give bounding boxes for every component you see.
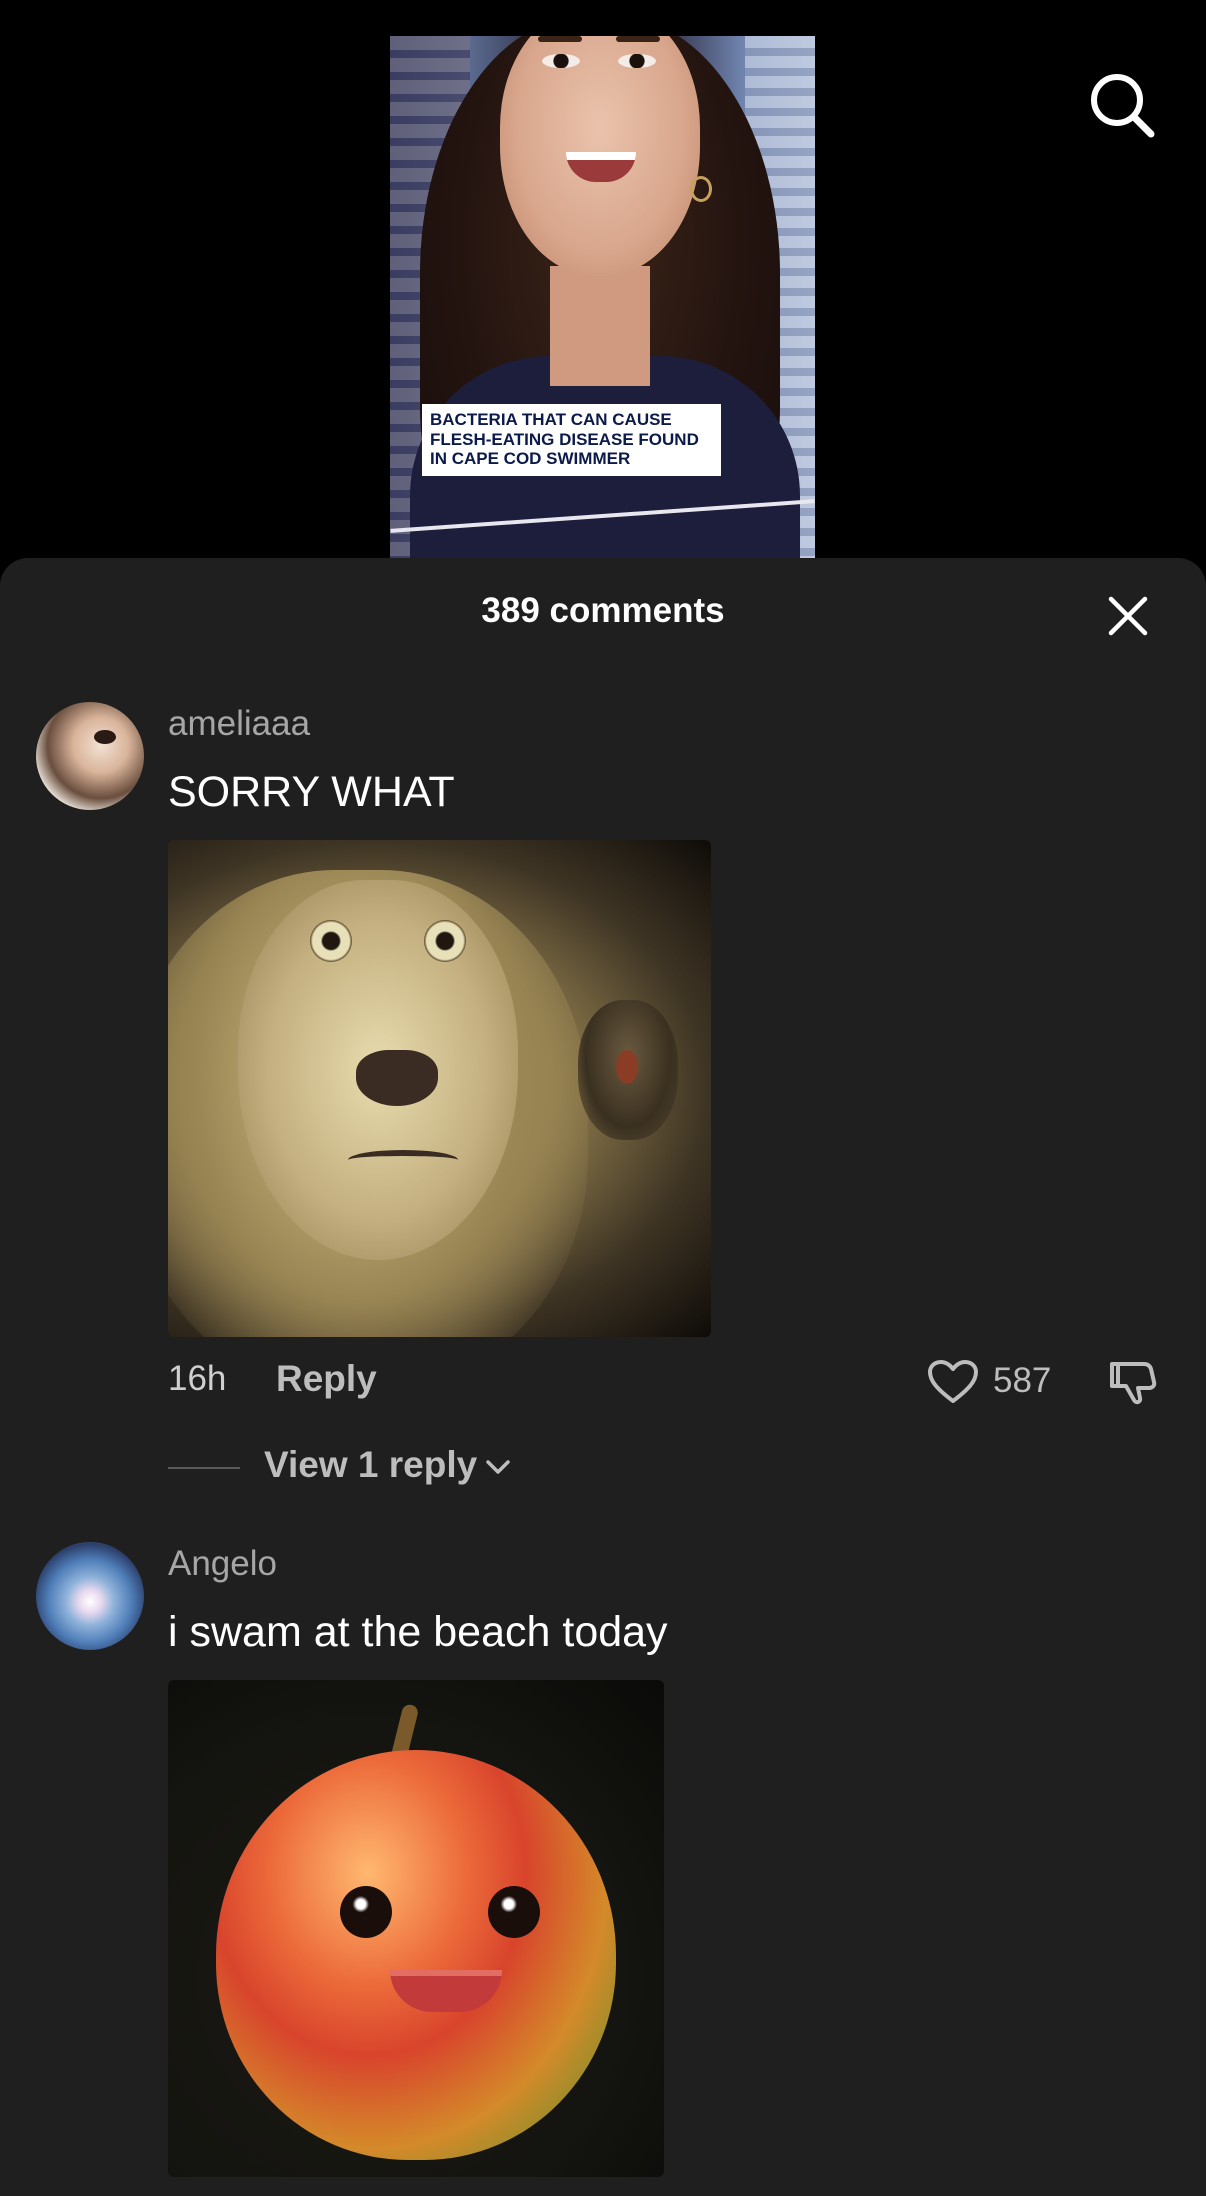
eyebrow	[616, 36, 660, 42]
comment-username[interactable]: ameliaaa	[168, 704, 310, 744]
close-icon	[1108, 596, 1148, 636]
earring	[690, 176, 712, 202]
lion-eye	[310, 920, 352, 962]
comments-count-title: 389 comments	[481, 591, 725, 630]
reply-button[interactable]: Reply	[276, 1358, 377, 1400]
search-button[interactable]	[1087, 70, 1157, 140]
comments-sheet: 389 comments ameliaaa SORRY WHAT 16h Rep…	[0, 558, 1206, 2196]
shocked-lion-sticker[interactable]	[168, 840, 711, 1337]
mango-eye	[488, 1886, 540, 1938]
caption-line: IN CAPE COD SWIMMER	[430, 449, 631, 468]
mango-eye	[340, 1886, 392, 1938]
like-count: 587	[993, 1361, 1052, 1400]
avatar-eye	[94, 730, 116, 744]
heart-icon[interactable]	[927, 1359, 979, 1405]
app-screen: BACTERIA THAT CAN CAUSE FLESH-EATING DIS…	[0, 0, 1206, 2196]
video-preview[interactable]: BACTERIA THAT CAN CAUSE FLESH-EATING DIS…	[390, 36, 815, 558]
caption-line: BACTERIA THAT CAN CAUSE	[430, 410, 672, 429]
monkey-mouth	[616, 1050, 638, 1084]
caption-line: FLESH-EATING DISEASE FOUND	[430, 429, 699, 449]
comment-text: SORRY WHAT	[168, 768, 455, 816]
close-button[interactable]	[1108, 596, 1148, 636]
eye	[618, 54, 656, 68]
smiling-mango-sticker[interactable]	[168, 1680, 664, 2177]
comment-text: i swam at the beach today	[168, 1608, 668, 1656]
lion-nose	[356, 1050, 438, 1106]
avatar[interactable]	[36, 702, 144, 810]
search-icon	[1091, 74, 1155, 138]
lion-face	[238, 880, 518, 1260]
mango-fruit	[216, 1750, 616, 2160]
replies-divider	[168, 1467, 240, 1469]
comment-username[interactable]: Angelo	[168, 1544, 277, 1584]
monkey-in-background	[578, 1000, 678, 1140]
chevron-down-icon	[486, 1460, 510, 1474]
lion-eye	[424, 920, 466, 962]
mouth	[566, 152, 636, 182]
presenter-neck	[550, 266, 650, 386]
eye	[542, 54, 580, 68]
avatar[interactable]	[36, 1542, 144, 1650]
lion-mouth	[348, 1150, 458, 1170]
eyebrow	[538, 36, 582, 42]
news-caption: BACTERIA THAT CAN CAUSE FLESH-EATING DIS…	[422, 404, 721, 476]
view-replies-label: View 1 reply	[264, 1444, 478, 1485]
view-replies-button[interactable]: View 1 reply	[264, 1444, 511, 1486]
dislike-icon[interactable]	[1108, 1358, 1158, 1406]
presenter-face	[500, 36, 700, 276]
comment-timestamp: 16h	[168, 1359, 227, 1398]
